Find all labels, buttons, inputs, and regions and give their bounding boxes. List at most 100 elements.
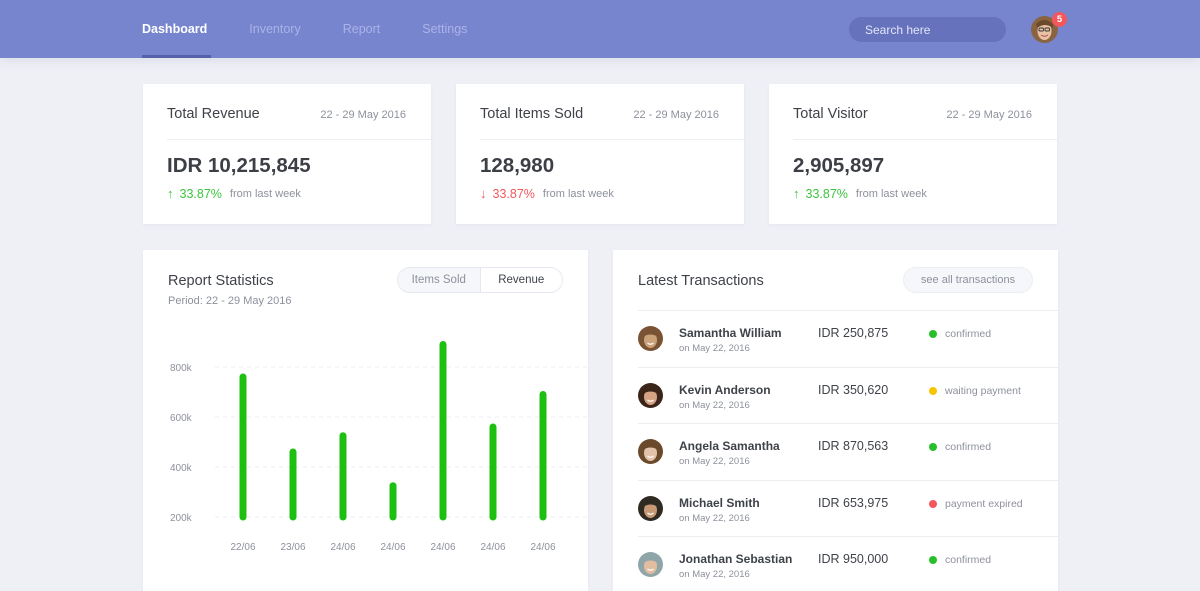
transaction-amount: IDR 250,875 bbox=[818, 326, 889, 340]
divider bbox=[793, 139, 1057, 140]
status-dot-icon bbox=[929, 556, 937, 565]
stat-value: 2,905,897 bbox=[793, 154, 885, 177]
arrow-up-icon: ↑ bbox=[793, 186, 800, 201]
customer-name: Angela Samantha bbox=[679, 439, 780, 454]
change-label: from last week bbox=[229, 187, 301, 200]
y-tick-label: 400k bbox=[170, 463, 193, 474]
transaction-row[interactable]: Kevin Anderson on May 22, 2016 IDR 350,620… bbox=[638, 366, 1058, 424]
arrow-up-icon: ↑ bbox=[167, 186, 174, 201]
report-title: Report Statistics bbox=[168, 273, 274, 289]
customer-avatar bbox=[638, 382, 663, 408]
stat-change: ↓ 33.87% from last week bbox=[480, 186, 614, 201]
status-dot-icon bbox=[929, 330, 937, 338]
status-label: waiting payment bbox=[945, 384, 1021, 397]
transaction-amount: IDR 870,563 bbox=[818, 439, 889, 454]
transaction-date: on May 22, 2016 bbox=[679, 456, 750, 468]
transaction-status: confirmed bbox=[929, 441, 991, 453]
x-tick-label: 23/06 bbox=[280, 542, 305, 553]
divider bbox=[480, 139, 744, 140]
x-tick-label: 24/06 bbox=[480, 542, 505, 553]
status-label: confirmed bbox=[945, 441, 992, 454]
transactions-title: Latest Transactions bbox=[638, 273, 764, 289]
notification-badge[interactable]: 5 bbox=[1052, 12, 1067, 27]
transaction-status: confirmed bbox=[929, 554, 991, 566]
transaction-date: on May 22, 2016 bbox=[679, 343, 750, 354]
report-statistics-card: Report Statistics Period: 22 - 29 May 20… bbox=[143, 250, 588, 591]
revenue-bar-chart: 200k 400k 600k 800k 22/06 23/06 24/06 24/06 24/0… bbox=[170, 341, 588, 553]
y-tick-label: 600k bbox=[170, 413, 193, 424]
avatar-icon bbox=[638, 552, 663, 578]
customer-avatar bbox=[638, 495, 663, 521]
transaction-row[interactable]: Michael Smith on May 22, 2016 IDR 653,975 p… bbox=[638, 479, 1058, 537]
transaction-row[interactable]: Jonathan Sebastian on May 22, 2016 IDR 950… bbox=[638, 536, 1058, 591]
stat-value: 128,980 bbox=[480, 154, 555, 177]
avatar-icon bbox=[638, 382, 663, 408]
customer-avatar bbox=[638, 439, 663, 465]
customer-name: Kevin Anderson bbox=[679, 382, 771, 397]
status-dot-icon bbox=[929, 386, 937, 395]
stat-date-range: 22 - 29 May 2016 bbox=[320, 109, 406, 121]
stat-card-total-revenue: Total Revenue 22 - 29 May 2016 IDR 10,21… bbox=[143, 84, 431, 224]
stat-title: Total Items Sold bbox=[480, 106, 584, 122]
nav-tab-settings[interactable]: Settings bbox=[422, 0, 467, 58]
transaction-date: on May 22, 2016 bbox=[679, 399, 750, 411]
stat-value: IDR 10,215,845 bbox=[167, 154, 311, 177]
nav-tab-report[interactable]: Report bbox=[343, 0, 381, 58]
search-input[interactable] bbox=[849, 17, 1006, 42]
avatar-icon bbox=[638, 495, 663, 521]
transaction-row[interactable]: Angela Samantha on May 22, 2016 IDR 870,56… bbox=[638, 423, 1058, 480]
transaction-date: on May 22, 2016 bbox=[679, 569, 750, 581]
status-label: payment expired bbox=[945, 497, 1023, 510]
customer-name: Michael Smith bbox=[679, 495, 760, 510]
avatar-icon bbox=[638, 439, 663, 465]
transaction-amount: IDR 350,620 bbox=[818, 382, 889, 397]
stat-change: ↑ 33.87% from last week bbox=[167, 186, 301, 201]
transaction-status: payment expired bbox=[929, 498, 1023, 510]
report-period: Period: 22 - 29 May 2016 bbox=[168, 295, 292, 307]
transaction-status: waiting payment bbox=[929, 385, 1021, 397]
customer-avatar bbox=[638, 326, 663, 351]
stat-title: Total Visitor bbox=[793, 106, 868, 122]
transaction-date: on May 22, 2016 bbox=[679, 512, 750, 524]
arrow-down-icon: ↓ bbox=[480, 186, 487, 201]
status-dot-icon bbox=[929, 499, 937, 508]
status-label: confirmed bbox=[945, 554, 992, 567]
transaction-amount: IDR 950,000 bbox=[818, 552, 889, 567]
stat-change: ↑ 33.87% from last week bbox=[793, 186, 927, 201]
x-tick-label: 24/06 bbox=[430, 542, 455, 553]
divider bbox=[167, 139, 431, 140]
main-nav: Dashboard Inventory Report Settings bbox=[142, 0, 509, 58]
nav-tab-dashboard[interactable]: Dashboard bbox=[142, 0, 212, 58]
see-all-transactions-button[interactable]: see all transactions bbox=[903, 267, 1033, 293]
x-tick-label: 24/06 bbox=[530, 542, 555, 553]
change-percent: 33.87% bbox=[805, 186, 848, 201]
stat-card-total-items-sold: Total Items Sold 22 - 29 May 2016 128,98… bbox=[456, 84, 744, 224]
y-tick-label: 800k bbox=[170, 363, 193, 374]
status-dot-icon bbox=[929, 443, 937, 452]
nav-tab-inventory[interactable]: Inventory bbox=[249, 0, 300, 58]
stat-date-range: 22 - 29 May 2016 bbox=[946, 109, 1032, 121]
avatar-icon bbox=[638, 326, 663, 351]
stat-date-range: 22 - 29 May 2016 bbox=[633, 109, 719, 121]
change-percent: 33.87% bbox=[492, 186, 535, 201]
x-tick-label: 22/06 bbox=[230, 542, 255, 553]
metric-toggle: Items Sold Revenue bbox=[397, 267, 563, 293]
stat-title: Total Revenue bbox=[167, 106, 260, 122]
customer-name: Jonathan Sebastian bbox=[679, 552, 793, 567]
change-percent: 33.87% bbox=[179, 186, 222, 201]
change-label: from last week bbox=[542, 187, 614, 200]
customer-avatar bbox=[638, 552, 663, 578]
y-tick-label: 200k bbox=[170, 513, 193, 524]
transaction-row[interactable]: Samantha William on May 22, 2016 IDR 250,8… bbox=[638, 310, 1058, 367]
x-tick-label: 24/06 bbox=[330, 542, 355, 553]
stat-card-total-visitor: Total Visitor 22 - 29 May 2016 2,905,897… bbox=[769, 84, 1057, 224]
transactions-list: Samantha William on May 22, 2016 IDR 250,8… bbox=[638, 310, 1058, 591]
toggle-items-sold[interactable]: Items Sold bbox=[398, 268, 481, 292]
transaction-amount: IDR 653,975 bbox=[818, 495, 889, 510]
customer-name: Samantha William bbox=[679, 326, 782, 340]
transaction-status: confirmed bbox=[929, 328, 991, 340]
x-tick-label: 24/06 bbox=[380, 542, 405, 553]
latest-transactions-card: Latest Transactions see all transactions… bbox=[613, 250, 1058, 591]
toggle-revenue[interactable]: Revenue bbox=[480, 268, 562, 292]
top-navigation-bar: Dashboard Inventory Report Settings 5 bbox=[0, 0, 1200, 58]
